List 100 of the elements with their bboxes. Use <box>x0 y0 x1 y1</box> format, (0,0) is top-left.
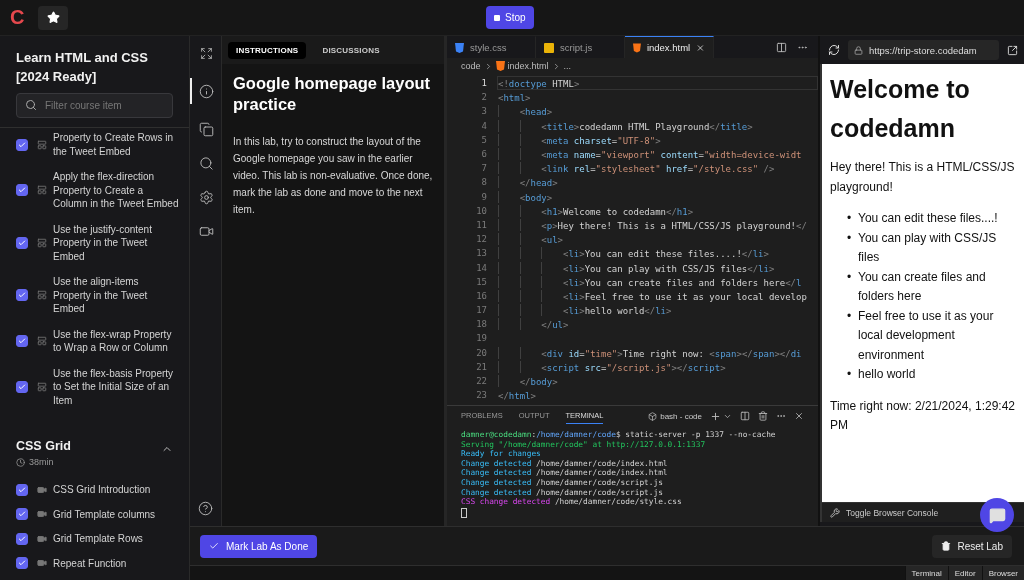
check-icon <box>18 510 26 519</box>
line-number: 20 <box>475 347 487 358</box>
code-line: <div id="time">Time right now: <span></span></di <box>497 345 818 360</box>
code-line: <link rel="stylesheet" href="/style.css" /> <box>497 161 818 176</box>
bullet: • <box>845 366 853 383</box>
checkbox[interactable] <box>16 335 28 347</box>
checkbox[interactable] <box>16 236 28 249</box>
reset-button[interactable]: Reset Lab <box>932 534 1012 558</box>
page-time: Time right now: 2/21/2024, 1:29:42 PM <box>830 397 1016 434</box>
close-icon[interactable] <box>696 42 705 53</box>
course-item[interactable]: Apply the flex-direction Property to Create a Column in the Tweet Embed <box>53 170 179 211</box>
url-text: https://trip-store.codedam <box>869 44 977 56</box>
external-link-icon <box>1007 44 1018 56</box>
line-number: 17 <box>475 305 487 316</box>
view-tab[interactable]: Terminal <box>904 566 948 580</box>
cursor <box>461 507 467 518</box>
line-number: 8 <box>480 177 487 188</box>
course-item[interactable]: Grid Template Rows <box>53 532 143 546</box>
check-icon <box>18 186 26 195</box>
line-number: 7 <box>480 163 487 174</box>
help-button[interactable] <box>198 501 213 516</box>
checkbox[interactable] <box>16 508 28 521</box>
code-line: <li>You can create files and folders here</l <box>497 274 818 289</box>
checkbox[interactable] <box>16 138 28 151</box>
course-item[interactable]: CSS Grid Introduction <box>53 483 151 497</box>
list-item: You can edit these files....! <box>858 210 998 227</box>
line-number: 15 <box>475 276 487 287</box>
wrench-icon <box>830 507 840 518</box>
line-number: 11 <box>475 219 487 230</box>
check-icon <box>18 382 26 391</box>
close-icon[interactable] <box>794 411 804 421</box>
layout-icon <box>37 185 47 196</box>
split-editor-icon[interactable] <box>776 41 787 53</box>
trash-icon[interactable] <box>758 411 768 421</box>
course-item[interactable]: Repeat Function <box>53 556 127 570</box>
code-line: <head> <box>497 104 818 119</box>
course-item[interactable]: Use the justify-content Property in the Tweet Embed <box>53 222 179 263</box>
split-icon[interactable] <box>740 411 750 421</box>
check-icon <box>18 140 26 149</box>
tab[interactable]: INSTRUCTIONS <box>228 41 307 59</box>
code-line: </html> <box>497 390 537 403</box>
mark-done-button[interactable]: Mark Lab As Done <box>200 534 318 558</box>
line-number: 3 <box>480 106 487 117</box>
star-icon <box>46 11 60 24</box>
stop-button[interactable]: Stop <box>486 6 534 29</box>
code-line: <ul> <box>497 232 818 247</box>
list-item: You can create files and folders here <box>858 268 987 305</box>
check-icon <box>18 485 26 494</box>
terminal-icon <box>648 411 658 421</box>
video-icon <box>37 484 47 495</box>
section-title: CSS Grid <box>16 439 71 453</box>
course-item[interactable]: Property to Create Rows in the Tweet Embed <box>53 131 179 158</box>
check-icon <box>18 337 26 345</box>
tab[interactable]: DISCUSSIONS <box>314 41 388 59</box>
line-number: 5 <box>480 134 487 145</box>
url-field[interactable]: https://trip-store.codedam <box>848 40 999 60</box>
checkbox[interactable] <box>16 557 28 570</box>
line-number: 18 <box>475 319 487 330</box>
code-line: <title>codedamn HTML Playground</title> <box>497 118 818 133</box>
js-file-icon <box>544 42 554 53</box>
view-tab[interactable]: Browser <box>981 566 1024 580</box>
search-field[interactable]: Filter course item <box>16 93 173 118</box>
video-icon <box>37 533 47 544</box>
html-file-icon <box>495 61 505 71</box>
code-line: <meta charset="UTF-8"> <box>497 132 818 147</box>
star-button[interactable] <box>38 5 68 30</box>
search-icon <box>199 155 214 171</box>
line-number: 19 <box>475 333 487 344</box>
code-line: <li>You can edit these files....!</li> <box>497 246 818 261</box>
breadcrumb-item[interactable]: ... <box>563 61 572 71</box>
line-number: 12 <box>475 234 487 245</box>
code-line: <li>Feel free to use it as your local develop <box>497 288 818 303</box>
line-number: 23 <box>475 390 487 401</box>
breadcrumb-item[interactable]: index.html <box>507 61 549 71</box>
course-item[interactable]: Use the flex-basis Property to Set the Initial Size of an Item <box>53 366 179 407</box>
line-number: 1 <box>480 78 487 89</box>
terminal-name[interactable]: bash - code <box>660 411 702 421</box>
checkbox[interactable] <box>16 184 28 197</box>
file-tab[interactable]: index.html <box>625 36 714 58</box>
logo[interactable]: C <box>10 6 38 29</box>
checkbox[interactable] <box>16 483 28 496</box>
layout-icon <box>37 381 47 392</box>
reload-button[interactable] <box>828 44 840 56</box>
checkbox[interactable] <box>16 532 28 545</box>
checkbox[interactable] <box>16 289 28 302</box>
code-line: <li>You can play with CSS/JS files</li> <box>497 260 818 275</box>
reload-icon <box>828 44 840 56</box>
course-item[interactable]: Use the flex-wrap Property to Wrap a Row or Column <box>53 327 179 355</box>
view-tab[interactable]: Editor <box>947 566 982 580</box>
line-number: 4 <box>480 120 487 131</box>
breadcrumb-item[interactable]: code <box>461 61 481 71</box>
html-file-icon <box>633 42 641 53</box>
trash-icon <box>941 541 952 551</box>
checkbox[interactable] <box>16 380 28 393</box>
add-icon[interactable] <box>710 410 721 422</box>
course-item[interactable]: Use the align-items Property in the Tweet Embed <box>53 275 179 316</box>
code-line: </head> <box>497 175 818 190</box>
open-external-button[interactable] <box>1007 44 1018 56</box>
course-item[interactable]: Grid Template columns <box>53 507 156 521</box>
line-number: 14 <box>475 262 487 273</box>
